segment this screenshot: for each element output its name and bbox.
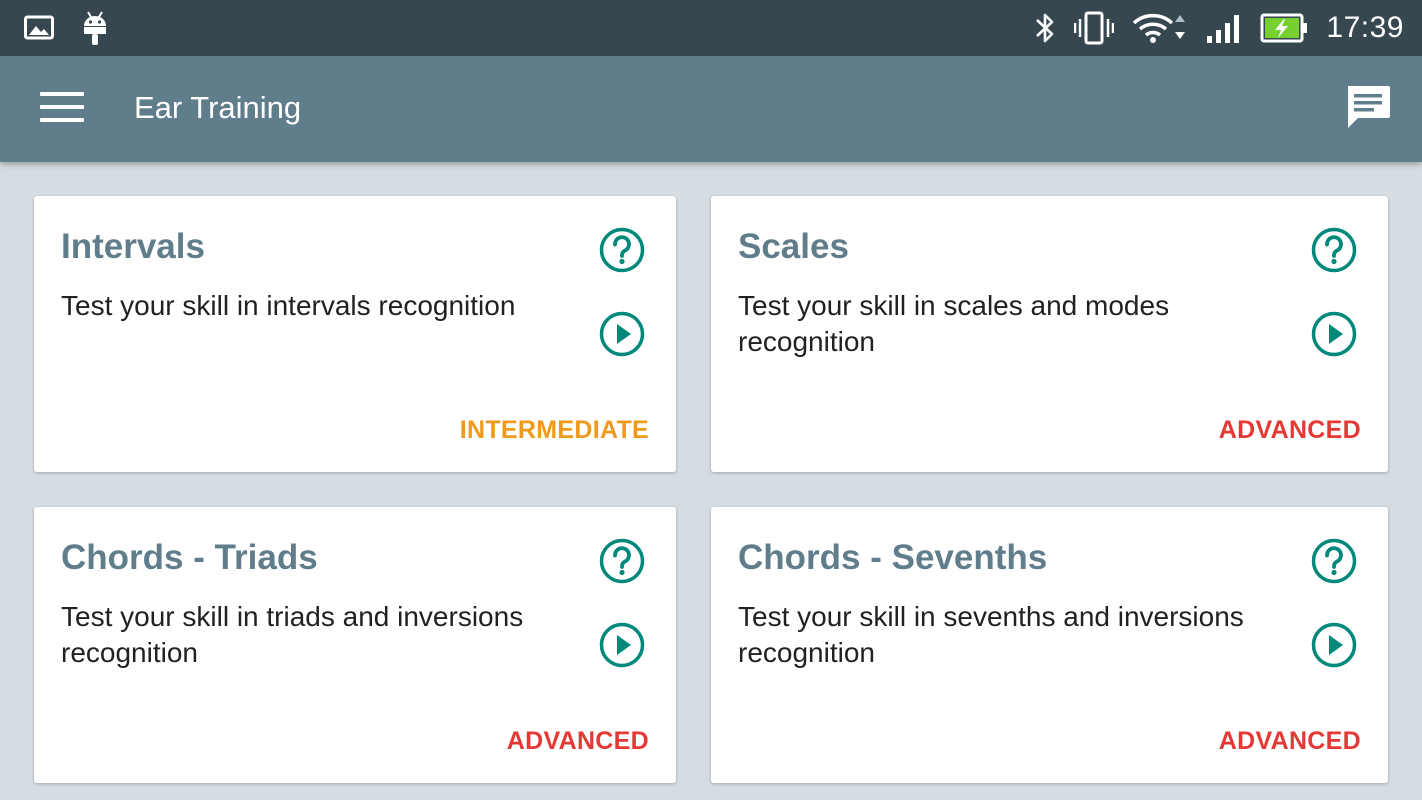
- level-badge: ADVANCED: [506, 727, 649, 755]
- card-description: Test your skill in triads and inversions…: [61, 601, 524, 668]
- help-icon[interactable]: [1310, 537, 1358, 585]
- level-badge: INTERMEDIATE: [459, 416, 649, 444]
- android-icon: [82, 10, 108, 46]
- wifi-icon: [1132, 11, 1188, 45]
- vibrate-icon: [1074, 11, 1115, 45]
- help-icon[interactable]: [598, 226, 646, 274]
- level-badge: ADVANCED: [1218, 416, 1361, 444]
- level-badge: ADVANCED: [1218, 727, 1361, 755]
- play-icon[interactable]: [1310, 621, 1358, 669]
- battery-charging-icon: [1260, 13, 1308, 43]
- feedback-icon[interactable]: [1344, 84, 1392, 134]
- hamburger-menu-icon[interactable]: [40, 92, 84, 126]
- card-title: Chords - Triads: [61, 538, 318, 577]
- card-intervals[interactable]: Intervals Test your skill in intervals r…: [34, 196, 676, 472]
- app-bar: Ear Training: [0, 56, 1422, 162]
- bluetooth-icon: [1034, 11, 1056, 45]
- page-title: Ear Training: [134, 90, 302, 125]
- card-title: Chords - Sevenths: [738, 538, 1048, 577]
- card-chords-sevenths[interactable]: Chords - Sevenths Test your skill in sev…: [711, 507, 1388, 783]
- card-scales[interactable]: Scales Test your skill in scales and mod…: [711, 196, 1388, 472]
- card-title: Scales: [738, 227, 849, 266]
- status-time: 17:39: [1326, 11, 1404, 44]
- play-icon[interactable]: [598, 310, 646, 358]
- play-icon[interactable]: [598, 621, 646, 669]
- image-icon: [24, 15, 54, 41]
- card-description: Test your skill in sevenths and inversio…: [738, 601, 1244, 668]
- signal-icon: [1206, 12, 1242, 44]
- card-description: Test your skill in scales and modes reco…: [738, 290, 1170, 357]
- play-icon[interactable]: [1310, 310, 1358, 358]
- help-icon[interactable]: [598, 537, 646, 585]
- card-title: Intervals: [61, 227, 205, 266]
- status-bar: 17:39: [0, 0, 1422, 56]
- card-description: Test your skill in intervals recognition: [61, 290, 516, 321]
- card-chords-triads[interactable]: Chords - Triads Test your skill in triad…: [34, 507, 676, 783]
- help-icon[interactable]: [1310, 226, 1358, 274]
